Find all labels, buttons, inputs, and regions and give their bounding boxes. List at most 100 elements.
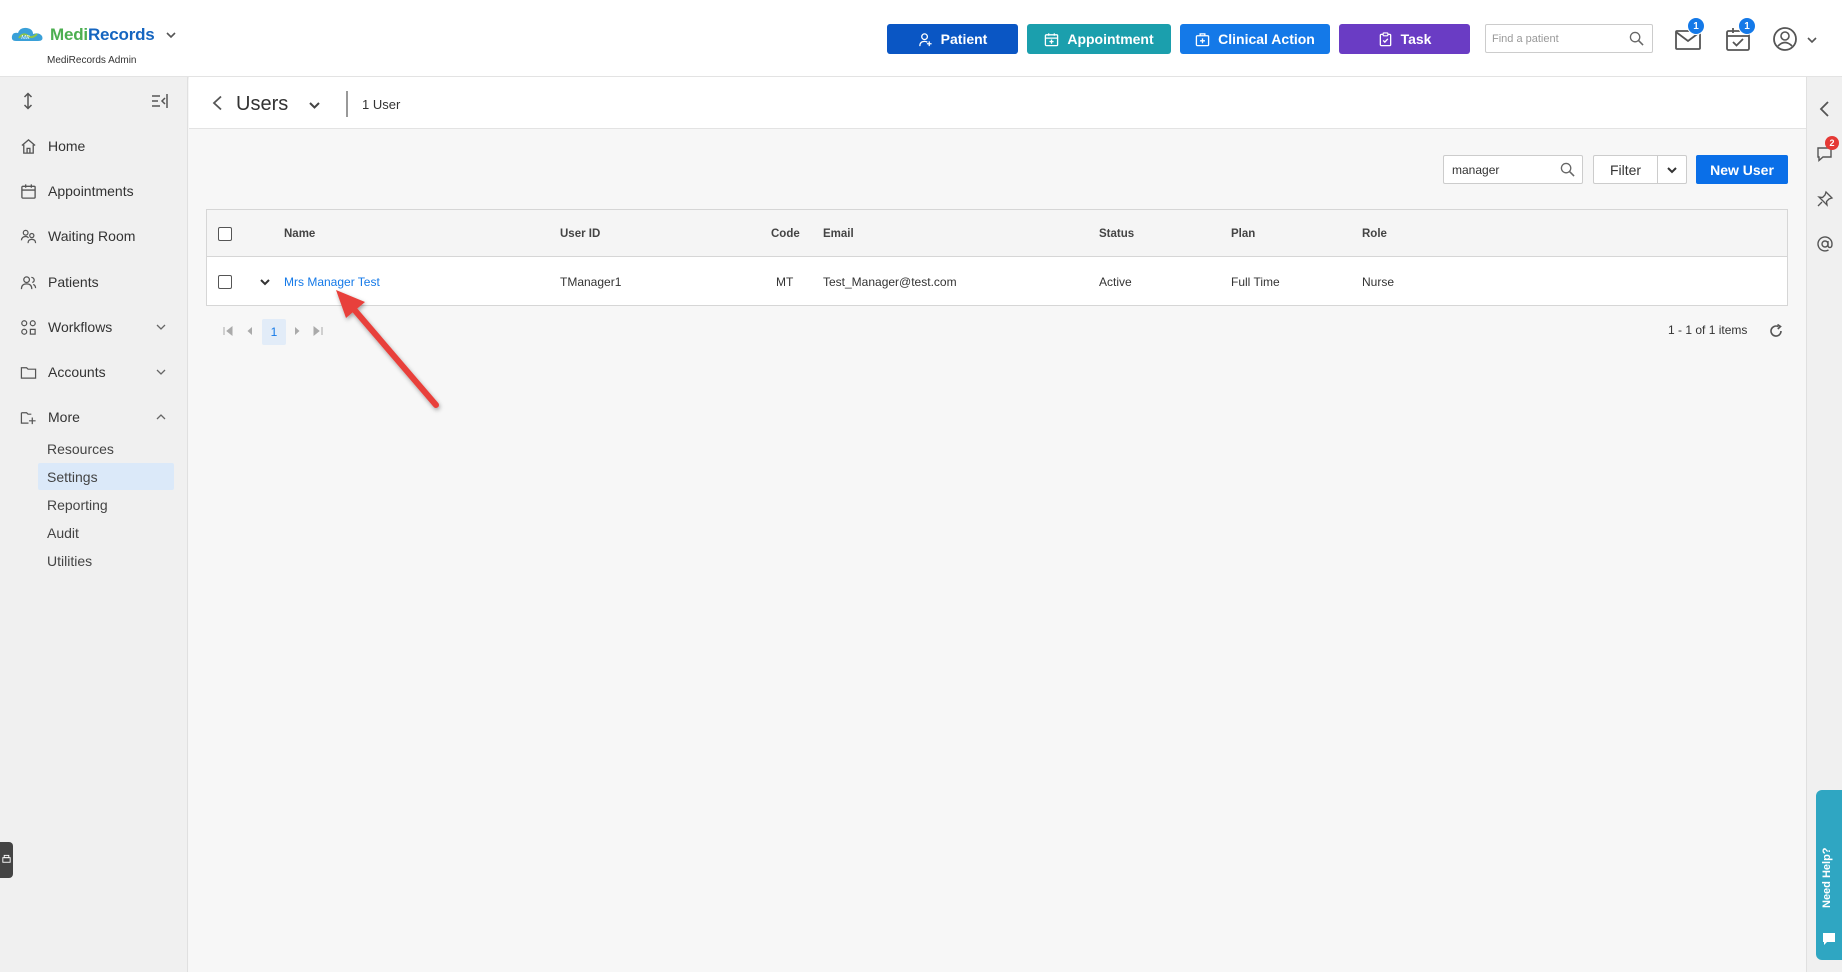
chat-icon	[1823, 933, 1835, 945]
page-header: Users 1 User	[189, 77, 1806, 129]
sidebar-item-patients[interactable]: Patients	[0, 267, 188, 297]
expand-vertical-icon[interactable]	[19, 92, 37, 110]
sidebar-item-home[interactable]: Home	[0, 131, 188, 161]
sidebar-item-label: Workflows	[48, 319, 113, 335]
users-table: Name User ID Code Email Status Plan Role…	[206, 209, 1788, 306]
folder-icon	[20, 366, 37, 379]
chevron-down-icon[interactable]	[165, 29, 177, 41]
first-page-icon[interactable]	[222, 325, 234, 337]
new-patient-button[interactable]: Patient	[887, 24, 1018, 54]
previous-page-icon[interactable]	[244, 325, 256, 337]
folder-plus-icon	[20, 411, 36, 424]
row-expand-toggle[interactable]	[259, 258, 271, 305]
user-search-input[interactable]	[1444, 156, 1554, 183]
sidebar-item-utilities[interactable]: Utilities	[38, 547, 174, 574]
chevron-down-icon	[1667, 166, 1677, 173]
notes-badge: 2	[1825, 136, 1839, 150]
user-name-link[interactable]: Mrs Manager Test	[284, 258, 380, 305]
last-page-icon[interactable]	[312, 325, 324, 337]
workflows-icon	[21, 319, 36, 335]
calendar-badge: 1	[1738, 17, 1756, 35]
sidebar-item-label: Waiting Room	[48, 228, 136, 244]
search-icon[interactable]	[1560, 162, 1575, 177]
record-count: 1 User	[362, 97, 401, 112]
waiting-room-icon	[20, 229, 37, 243]
column-header-email[interactable]: Email	[823, 210, 854, 257]
need-help-label: Need Help?	[1821, 847, 1833, 908]
messages-button[interactable]: 1	[1674, 17, 1705, 52]
patient-button-label: Patient	[940, 31, 988, 47]
svg-text:MR: MR	[20, 35, 30, 41]
select-all-checkbox[interactable]	[218, 210, 232, 257]
at-sign-icon[interactable]	[1816, 235, 1834, 253]
chevron-down-icon	[156, 369, 166, 375]
sidebar-item-waiting-room[interactable]: Waiting Room	[0, 221, 188, 251]
user-search	[1443, 155, 1583, 184]
table-row[interactable]: Mrs Manager Test TManager1 MT Test_Manag…	[207, 258, 1787, 305]
filter-dropdown-button[interactable]	[1658, 156, 1686, 183]
main-content: Users 1 User Filter New User Name User I…	[189, 77, 1806, 972]
column-header-user-id[interactable]: User ID	[560, 210, 600, 257]
app-logo[interactable]: MR MediRecords	[10, 25, 177, 45]
clinical-action-button-label: Clinical Action	[1218, 31, 1315, 47]
calendar-tasks-button[interactable]: 1	[1724, 17, 1756, 52]
sidebar-item-appointments[interactable]: Appointments	[0, 176, 188, 206]
sidebar-item-settings[interactable]: Settings	[38, 463, 174, 490]
column-header-code[interactable]: Code	[771, 210, 800, 257]
task-button-label: Task	[1400, 31, 1432, 47]
sidebar-item-reporting[interactable]: Reporting	[38, 491, 174, 518]
top-bar: MR MediRecords MediRecords Admin Patient…	[0, 0, 1842, 77]
chevron-down-icon[interactable]	[308, 99, 321, 111]
clinical-action-button[interactable]: Clinical Action	[1180, 24, 1330, 54]
user-id-cell: TManager1	[560, 274, 622, 289]
search-icon[interactable]	[1629, 31, 1644, 46]
chevron-down-icon	[1807, 37, 1817, 44]
code-cell: MT	[776, 274, 794, 289]
pagination: 1 1 - 1 of 1 items	[206, 317, 1788, 345]
messages-badge: 1	[1687, 17, 1705, 35]
pin-icon[interactable]	[1816, 190, 1834, 208]
side-drawer-tab[interactable]	[0, 842, 13, 878]
notes-button[interactable]: 2	[1816, 136, 1839, 163]
status-cell: Active	[1099, 274, 1132, 289]
filter-control: Filter	[1593, 155, 1687, 184]
find-patient-search	[1485, 24, 1653, 53]
row-checkbox[interactable]	[218, 258, 232, 305]
cloud-logo-icon: MR	[11, 27, 43, 41]
add-person-icon	[918, 32, 932, 46]
sidebar-item-accounts[interactable]: Accounts	[0, 357, 188, 387]
page-number[interactable]: 1	[262, 319, 286, 345]
column-header-name[interactable]: Name	[284, 210, 315, 257]
user-menu[interactable]	[1772, 26, 1822, 52]
chevron-up-icon	[156, 414, 166, 420]
back-arrow-icon[interactable]	[211, 95, 225, 111]
refresh-icon[interactable]	[1768, 323, 1784, 339]
new-task-button[interactable]: Task	[1339, 24, 1470, 54]
sidebar-item-label: Appointments	[48, 183, 134, 199]
column-header-plan[interactable]: Plan	[1231, 210, 1255, 257]
calendar-add-icon	[1045, 32, 1059, 46]
page-title: Users	[236, 93, 289, 115]
role-cell: Nurse	[1362, 274, 1395, 289]
chevron-left-icon[interactable]	[1816, 100, 1834, 118]
sidebar-item-resources[interactable]: Resources	[38, 435, 174, 462]
sidebar: Home Appointments Waiting Room Patients …	[0, 77, 188, 972]
divider	[346, 91, 348, 117]
new-appointment-button[interactable]: Appointment	[1027, 24, 1171, 54]
sidebar-item-more[interactable]: More	[0, 402, 188, 432]
medical-kit-icon	[1195, 32, 1210, 46]
pagination-info: 1 - 1 of 1 items	[1668, 323, 1748, 337]
collapse-sidebar-icon[interactable]	[151, 92, 169, 110]
sidebar-item-label: Patients	[48, 274, 99, 290]
filter-button[interactable]: Filter	[1594, 156, 1658, 183]
need-help-tab[interactable]: Need Help?	[1816, 790, 1842, 960]
new-user-button[interactable]: New User	[1696, 155, 1788, 184]
column-header-status[interactable]: Status	[1099, 210, 1134, 257]
find-patient-input[interactable]	[1486, 25, 1626, 52]
sidebar-item-label: Home	[48, 138, 86, 154]
column-header-role[interactable]: Role	[1362, 210, 1387, 257]
sidebar-item-workflows[interactable]: Workflows	[0, 312, 188, 342]
printer-icon	[2, 854, 11, 863]
next-page-icon[interactable]	[291, 325, 303, 337]
sidebar-item-audit[interactable]: Audit	[38, 519, 174, 546]
